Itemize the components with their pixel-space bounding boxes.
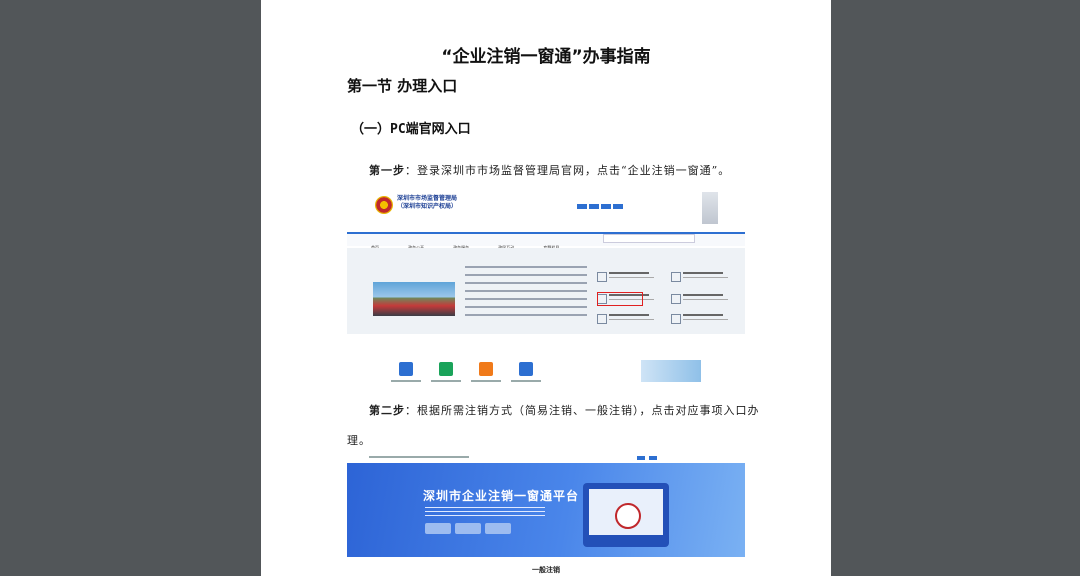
- building-image: [702, 192, 718, 224]
- platform-entry-button: [455, 523, 481, 534]
- website-search-box: [603, 234, 695, 243]
- document-title: “企业注销一窗通”办事指南: [441, 47, 651, 67]
- service-tile-icon: [479, 362, 493, 376]
- step-one-text: ：登录深圳市市场监督管理局官网，点击“企业注销一窗通”。: [405, 164, 731, 177]
- header-buttons: [577, 194, 625, 213]
- step-two-continuation: 理。: [347, 434, 371, 447]
- step-two-text: ：根据所需注销方式（简易注销、一般注销），点击对应事项入口办: [405, 404, 760, 417]
- service-item: [671, 294, 731, 306]
- news-list: [465, 266, 587, 322]
- platform-topbar: [347, 455, 745, 462]
- service-item: [671, 272, 731, 284]
- website-name: 深圳市市场监督管理局 （深圳市知识产权局）: [397, 195, 458, 210]
- subsection-heading: （一）PC端官网入口: [351, 122, 471, 137]
- service-item: [671, 314, 731, 326]
- step-two-label: 第二步: [369, 404, 405, 417]
- highlight-box: [597, 292, 643, 306]
- general-cancellation-heading: 一般注销: [532, 566, 560, 574]
- section-heading: 第一节 办理入口: [347, 77, 458, 95]
- website-header: 深圳市市场监督管理局 （深圳市知识产权局）: [347, 186, 745, 230]
- step-two-paragraph: 第二步：根据所需注销方式（简易注销、一般注销），点击对应事项入口办: [369, 402, 760, 418]
- monitor-illustration: [583, 483, 669, 547]
- website-screenshot: 深圳市市场监督管理局 （深圳市知识产权局） 首页 政务公开 政务服务 政民互动 …: [347, 186, 745, 386]
- platform-hero-banner: 深圳市企业注销一窗通平台: [347, 463, 745, 557]
- service-tile-icon: [439, 362, 453, 376]
- step-one-label: 第一步: [369, 164, 405, 177]
- platform-title: 深圳市企业注销一窗通平台: [423, 489, 580, 503]
- emblem-icon: [375, 196, 393, 214]
- platform-entry-button: [485, 523, 511, 534]
- promo-banner: [641, 360, 701, 382]
- service-item: [597, 272, 657, 284]
- platform-description: [425, 507, 545, 519]
- platform-screenshot: 深圳市企业注销一窗通平台 一般注销: [347, 455, 745, 576]
- service-tile-icon: [399, 362, 413, 376]
- service-item: [597, 314, 657, 326]
- step-one-paragraph: 第一步：登录深圳市市场监督管理局官网，点击“企业注销一窗通”。: [369, 162, 730, 178]
- news-photo: [373, 282, 455, 316]
- document-page: “企业注销一窗通”办事指南 第一节 办理入口 （一）PC端官网入口 第一步：登录…: [261, 0, 831, 576]
- seal-icon: [615, 503, 641, 529]
- platform-entry-button: [425, 523, 451, 534]
- service-tile-icon: [519, 362, 533, 376]
